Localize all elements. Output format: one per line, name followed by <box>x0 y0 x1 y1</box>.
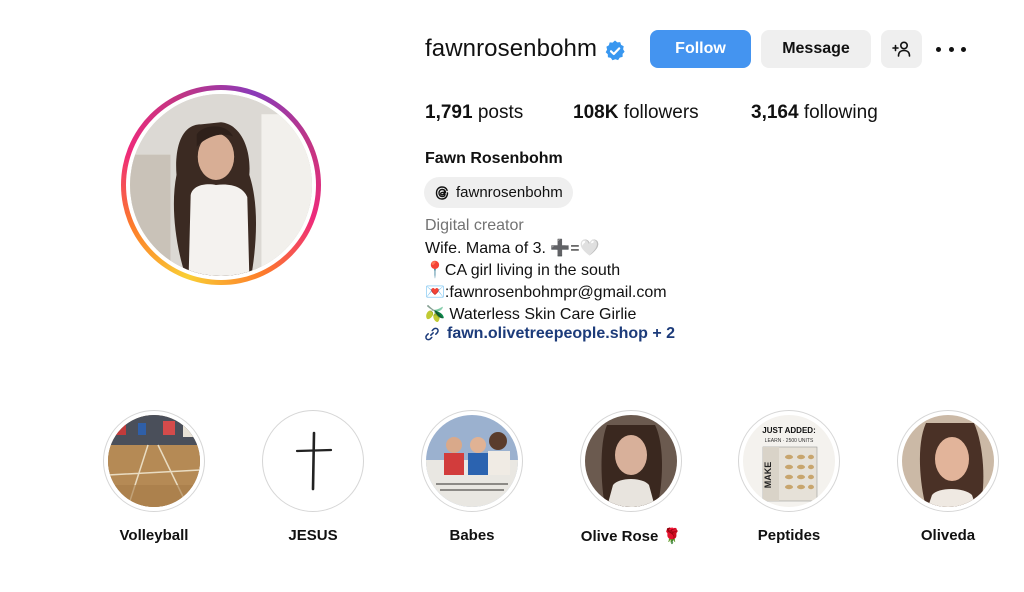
profile-avatar-story-ring[interactable] <box>121 85 321 285</box>
bio-link-text: fawn.olivetreepeople.shop + 2 <box>447 325 676 342</box>
verified-badge-icon <box>605 40 625 61</box>
threads-profile-link[interactable]: fawnrosenbohm <box>424 177 573 208</box>
product-box-image: JUST ADDED: LEARN · 2500 UNITS MAKE <box>743 415 835 507</box>
more-dot <box>936 46 941 52</box>
avatar <box>130 94 312 276</box>
highlight-olive-rose[interactable]: Olive Rose 🌹 <box>580 410 682 545</box>
highlight-oliveda[interactable]: Oliveda <box>897 410 999 544</box>
add-user-icon <box>891 41 910 57</box>
highlight-label: Oliveda <box>920 527 976 544</box>
posts-stat: 1,791 posts <box>425 102 523 124</box>
highlight-cover-ring <box>580 410 682 512</box>
message-button[interactable]: Message <box>761 30 871 68</box>
bio-line-2: 📍CA girl living in the south <box>425 262 621 279</box>
highlight-cover-ring: JUST ADDED: LEARN · 2500 UNITS MAKE <box>738 410 840 512</box>
highlight-cover-image <box>426 415 518 507</box>
highlight-cover-ring <box>262 410 364 512</box>
link-icon <box>425 327 439 341</box>
following-label: following <box>803 102 878 123</box>
more-dot <box>961 46 966 52</box>
highlight-label: JESUS <box>288 527 338 544</box>
highlight-jesus[interactable]: JESUS <box>262 410 364 544</box>
volleyball-court-image <box>108 415 200 507</box>
highlight-cover-image <box>902 415 994 507</box>
threads-handle: fawnrosenbohm <box>456 184 563 201</box>
more-options-icon[interactable] <box>936 38 966 60</box>
avatar-inner <box>126 90 316 280</box>
woman-portrait-image <box>585 415 677 507</box>
highlight-volleyball[interactable]: Volleyball <box>103 410 205 544</box>
woman-selfie-image <box>902 415 994 507</box>
bio-link[interactable]: fawn.olivetreepeople.shop + 2 <box>425 325 675 343</box>
highlight-cover-ring <box>103 410 205 512</box>
highlight-label: Volleyball <box>119 527 189 544</box>
following-stat[interactable]: 3,164 following <box>751 102 878 124</box>
peptides-cover-sub: LEARN · 2500 UNITS <box>765 438 814 444</box>
peptides-cover-heading: JUST ADDED: <box>762 426 815 435</box>
follow-button[interactable]: Follow <box>650 30 751 68</box>
kids-photo-image <box>426 415 518 507</box>
bio-line-4: 🫒 Waterless Skin Care Girlie <box>425 306 637 323</box>
profile-category: Digital creator <box>425 217 524 234</box>
bio-line-3: 💌:fawnrosenbohmpr@gmail.com <box>425 284 667 301</box>
followers-count: 108K <box>573 102 619 123</box>
highlight-cover-image <box>267 415 359 507</box>
posts-count: 1,791 <box>425 102 473 123</box>
cross-icon <box>267 415 359 507</box>
followers-stat[interactable]: 108K followers <box>573 102 699 124</box>
highlight-cover-image <box>108 415 200 507</box>
highlight-cover-image: JUST ADDED: LEARN · 2500 UNITS MAKE <box>743 415 835 507</box>
bio-line-1: Wife. Mama of 3. ➕=🤍 <box>425 240 600 257</box>
highlight-label: Babes <box>449 527 495 544</box>
highlight-label: Peptides <box>757 527 821 544</box>
highlight-cover-ring <box>421 410 523 512</box>
peptides-cover-brand: MAKE <box>763 462 773 489</box>
highlight-babes[interactable]: Babes <box>421 410 523 544</box>
posts-label: posts <box>477 102 524 123</box>
more-dot <box>948 46 954 52</box>
threads-icon <box>435 185 449 200</box>
profile-display-name: Fawn Rosenbohm <box>425 150 563 167</box>
suggested-users-button[interactable] <box>881 30 922 68</box>
profile-username: fawnrosenbohm <box>425 35 598 62</box>
followers-label: followers <box>623 102 699 123</box>
following-count: 3,164 <box>751 102 799 123</box>
highlight-peptides[interactable]: JUST ADDED: LEARN · 2500 UNITS MAKE Pept… <box>738 410 840 544</box>
highlight-cover-image <box>585 415 677 507</box>
highlight-cover-ring <box>897 410 999 512</box>
highlight-label: Olive Rose 🌹 <box>580 528 682 545</box>
avatar-photo-image <box>130 94 312 276</box>
